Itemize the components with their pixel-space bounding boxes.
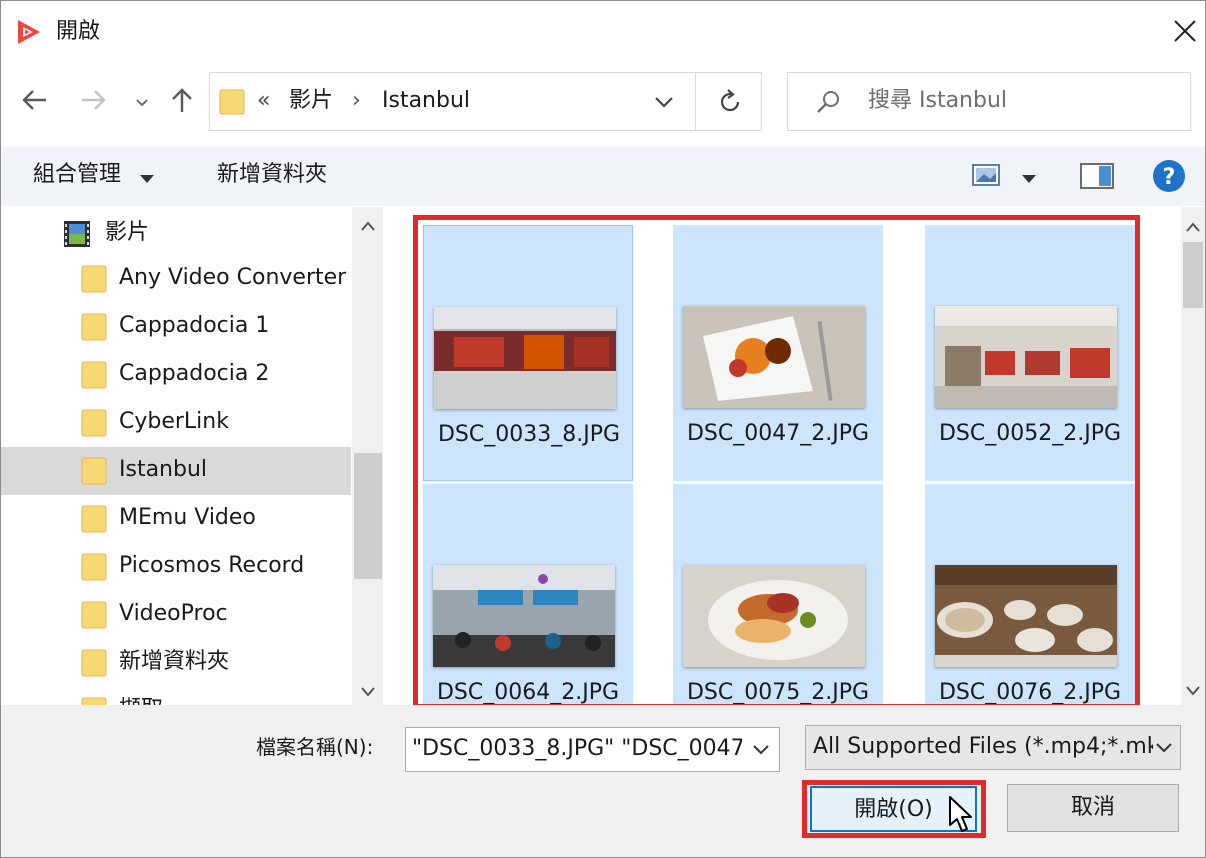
caret-down-icon[interactable] xyxy=(138,170,156,189)
file-name: DSC_0033_8.JPG xyxy=(437,422,621,447)
filetype-value[interactable]: All Supported Files (*.mp4;*.mkv;*.avi;*… xyxy=(813,733,1153,761)
image-thumbnail xyxy=(683,565,865,667)
sidebar-item[interactable]: Any Video Converter xyxy=(1,255,351,303)
folder-icon xyxy=(81,696,107,705)
address-divider xyxy=(695,73,696,130)
sidebar-item-label: Istanbul xyxy=(119,457,208,482)
view-options-icon[interactable] xyxy=(972,164,1002,190)
nav-scroll-thumb[interactable] xyxy=(354,453,382,579)
arrow-right-icon xyxy=(80,88,108,116)
address-dropdown-icon[interactable] xyxy=(652,94,676,114)
refresh-icon[interactable] xyxy=(716,88,744,120)
breadcrumb-separator[interactable]: › xyxy=(352,86,361,116)
folder-icon xyxy=(81,264,107,294)
folder-icon xyxy=(81,408,107,438)
grid-scroll-thumb[interactable] xyxy=(1183,242,1203,308)
image-thumbnail xyxy=(935,565,1117,667)
sidebar-item-label: MEmu Video xyxy=(119,505,256,530)
sidebar-item[interactable]: Picosmos Record xyxy=(1,543,351,591)
breadcrumb-item[interactable]: Istanbul xyxy=(382,86,470,116)
image-thumbnail xyxy=(434,307,616,409)
folder-icon xyxy=(81,456,107,486)
scroll-down-icon[interactable] xyxy=(359,683,377,702)
sidebar-item-label: 擷取 xyxy=(119,695,163,705)
file-name: DSC_0075_2.JPG xyxy=(686,680,870,705)
svg-text:?: ? xyxy=(1163,165,1176,190)
filename-dropdown-icon[interactable] xyxy=(750,742,772,762)
back-button[interactable] xyxy=(18,86,50,118)
filetype-dropdown-icon[interactable] xyxy=(1153,740,1175,760)
sidebar-item[interactable]: CyberLink xyxy=(1,399,351,447)
sidebar-item[interactable]: Cappadocia 2 xyxy=(1,351,351,399)
sidebar-item-label: CyberLink xyxy=(119,409,229,434)
search-icon xyxy=(815,88,843,120)
sidebar-item-videos[interactable]: 影片 xyxy=(105,218,149,248)
sidebar-item[interactable]: Istanbul xyxy=(1,447,351,495)
file-tile[interactable]: DSC_0075_2.JPG xyxy=(673,484,883,705)
folder-icon xyxy=(81,504,107,534)
chevron-down-icon xyxy=(135,93,149,112)
sidebar-item-label: Cappadocia 1 xyxy=(119,313,270,338)
help-icon[interactable]: ? xyxy=(1152,159,1186,197)
sidebar-item[interactable]: Cappadocia 1 xyxy=(1,303,351,351)
close-icon[interactable] xyxy=(1168,14,1202,48)
breadcrumb-overflow[interactable]: « xyxy=(257,86,270,116)
app-logo-icon xyxy=(14,17,44,47)
file-name: DSC_0076_2.JPG xyxy=(938,680,1122,705)
file-name: DSC_0064_2.JPG xyxy=(436,680,620,705)
file-name: DSC_0052_2.JPG xyxy=(938,421,1122,446)
sidebar-item[interactable]: 新增資料夾 xyxy=(1,639,351,687)
file-tile[interactable]: DSC_0064_2.JPG xyxy=(423,484,633,705)
image-thumbnail xyxy=(935,306,1117,408)
filename-value[interactable]: "DSC_0033_8.JPG" "DSC_0047_2.JPG" "DSC_0… xyxy=(412,735,742,763)
sidebar-item-label: Cappadocia 2 xyxy=(119,361,270,386)
folder-icon xyxy=(81,552,107,582)
folder-icon xyxy=(219,87,245,115)
sidebar-item-label: 新增資料夾 xyxy=(119,649,230,674)
mouse-cursor-icon xyxy=(947,795,975,839)
file-tile[interactable]: DSC_0052_2.JPG xyxy=(925,225,1135,481)
scroll-up-icon[interactable] xyxy=(359,217,377,236)
file-tile[interactable]: DSC_0047_2.JPG xyxy=(673,225,883,481)
breadcrumb-item[interactable]: 影片 xyxy=(289,86,333,116)
navigation-pane: 影片 Any Video Converter Cappadocia 1 Cappad… xyxy=(1,207,383,705)
folder-icon xyxy=(81,648,107,678)
search-input[interactable]: 搜尋 Istanbul xyxy=(868,86,1007,116)
folder-icon xyxy=(81,312,107,342)
window-title: 開啟 xyxy=(56,19,101,44)
file-grid: DSC_0033_8.JPG DSC_0047_2.JPG DSC_0052_2.J… xyxy=(386,207,1181,705)
file-tile[interactable]: DSC_0033_8.JPG xyxy=(423,225,633,481)
sidebar-item-label: Any Video Converter xyxy=(119,265,347,290)
up-button[interactable] xyxy=(166,86,198,118)
sidebar-item[interactable]: 擷取 xyxy=(1,687,351,705)
sidebar-item-label: VideoProc xyxy=(119,601,228,626)
sidebar-item-label: Picosmos Record xyxy=(119,553,305,578)
new-folder-button[interactable]: 新增資料夾 xyxy=(217,160,327,190)
arrow-up-icon xyxy=(170,86,194,118)
folder-icon xyxy=(81,600,107,630)
file-name: DSC_0047_2.JPG xyxy=(686,421,870,446)
cancel-button[interactable]: 取消 xyxy=(1007,784,1179,832)
view-dropdown-icon[interactable] xyxy=(1020,170,1038,189)
sidebar-item[interactable]: VideoProc xyxy=(1,591,351,639)
image-thumbnail xyxy=(433,565,615,667)
scroll-down-icon[interactable] xyxy=(1185,682,1201,701)
organize-menu[interactable]: 組合管理 xyxy=(33,160,121,190)
folder-icon xyxy=(81,360,107,390)
videos-library-icon xyxy=(63,220,91,252)
image-thumbnail xyxy=(683,306,865,408)
forward-button[interactable] xyxy=(78,86,110,118)
arrow-left-icon xyxy=(20,88,48,116)
filename-label: 檔案名稱(N): xyxy=(256,735,374,759)
recent-locations-button[interactable] xyxy=(128,86,156,118)
scroll-up-icon[interactable] xyxy=(1185,218,1201,237)
preview-pane-icon[interactable] xyxy=(1080,163,1114,193)
file-tile[interactable]: DSC_0076_2.JPG xyxy=(925,484,1135,705)
sidebar-item[interactable]: MEmu Video xyxy=(1,495,351,543)
